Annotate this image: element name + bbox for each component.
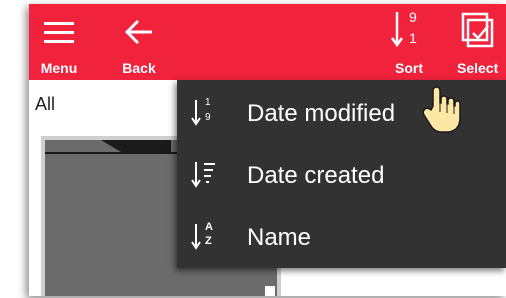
hand-cursor-icon xyxy=(422,86,461,133)
back-label: Back xyxy=(122,60,156,76)
back-button[interactable]: Back xyxy=(115,4,163,80)
sort-option-label: Name xyxy=(247,224,312,251)
top-toolbar: Menu Back 9 1 Sort Select xyxy=(29,4,506,80)
select-label: Select xyxy=(457,60,499,76)
back-arrow-icon xyxy=(124,19,152,45)
sort-icon-letter-bottom: Z xyxy=(205,235,212,247)
sort-icon-bottom-digit: 1 xyxy=(409,30,417,46)
sort-icon-digit-bottom: 9 xyxy=(205,112,211,123)
menu-button[interactable]: Menu xyxy=(35,4,83,80)
select-button[interactable]: Select xyxy=(453,4,506,80)
sort-icon-top-digit: 9 xyxy=(409,9,417,25)
sort-option-date-created[interactable]: Date created xyxy=(177,144,506,206)
sort-icon-letter-top: A xyxy=(205,221,213,233)
sort-icon xyxy=(390,12,404,48)
sort-label: Sort xyxy=(395,60,423,76)
filter-label[interactable]: All xyxy=(35,94,55,115)
hamburger-menu-icon xyxy=(44,22,74,43)
sort-date-created-icon xyxy=(191,162,215,188)
sort-option-name[interactable]: A Z Name xyxy=(177,206,506,268)
app-window: Menu Back 9 1 Sort Select All 1 9 Date m… xyxy=(29,4,506,296)
sort-button[interactable]: 9 1 Sort xyxy=(384,4,434,80)
sort-option-label: Date created xyxy=(247,162,385,189)
menu-label: Menu xyxy=(40,60,78,76)
sort-icon-digit-top: 1 xyxy=(205,97,211,108)
select-checkbox-icon xyxy=(461,12,494,48)
sort-option-label: Date modified xyxy=(247,100,396,127)
